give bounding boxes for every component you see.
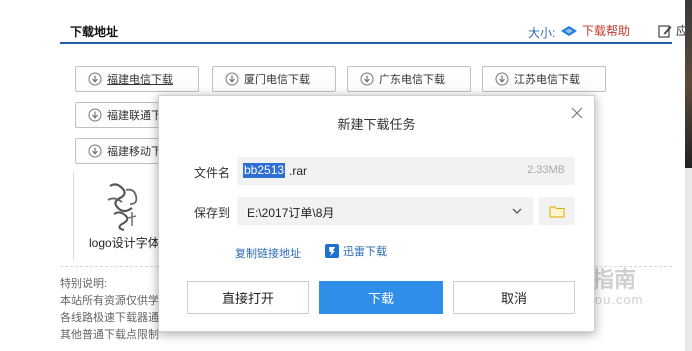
filename-selected-text: bb2513	[243, 163, 286, 178]
notes-line: 其他普通下载点限制	[60, 329, 159, 341]
download-arrow-icon	[88, 108, 102, 122]
section-title: 下载地址	[70, 25, 119, 39]
download-help-link[interactable]: 下载帮助	[560, 22, 630, 39]
edit-icon	[658, 24, 672, 38]
save-path-select[interactable]: E:\2017订单\8月	[237, 197, 533, 225]
download-button-label: 福建电信下载	[107, 74, 173, 86]
thunder-download-label: 迅雷下载	[343, 246, 387, 258]
filename-extension: .rar	[289, 164, 307, 178]
chevron-down-icon[interactable]	[511, 205, 523, 217]
download-arrow-icon	[495, 72, 509, 86]
logo-preview[interactable]: logo设计字体	[73, 172, 163, 260]
download-button-label: 广东电信下载	[379, 74, 445, 86]
logo-caption: logo设计字体	[89, 236, 160, 250]
new-download-task-dialog: 新建下载任务 文件名 bb2513 .rar 2.33MB 保存到 E:\201…	[158, 95, 595, 332]
file-size: 2.33MB	[527, 164, 565, 176]
cancel-button[interactable]: 取消	[453, 281, 575, 314]
filename-input[interactable]: bb2513 .rar 2.33MB	[237, 157, 575, 185]
size-label: 大小:	[528, 26, 556, 40]
download-arrow-icon	[88, 72, 102, 86]
dialog-title: 新建下载任务	[337, 117, 416, 132]
folder-icon	[549, 206, 565, 217]
download-button-label: 江苏电信下载	[514, 74, 580, 86]
download-button-guangdong-telecom[interactable]: 广东电信下载	[347, 66, 471, 92]
thunder-download-link[interactable]: 迅雷下载	[325, 243, 387, 259]
download-arrow-icon	[88, 144, 102, 158]
download-help-label: 下载帮助	[582, 24, 631, 38]
download-button[interactable]: 下载	[319, 281, 443, 314]
side-panel-strip	[685, 168, 692, 351]
notes-heading: 特别说明:	[60, 278, 108, 290]
thunder-icon	[325, 244, 339, 258]
calligraphy-logo-image	[107, 183, 138, 231]
notes-line: 各线路极速下载器通	[60, 312, 159, 324]
notes-line: 本站所有资源仅供学习	[60, 295, 160, 307]
filename-label: 文件名	[194, 166, 231, 180]
browse-folder-button[interactable]	[539, 197, 575, 225]
close-icon[interactable]	[570, 106, 584, 120]
download-button-xiamen-telecom[interactable]: 厦门电信下载	[212, 66, 336, 92]
copy-link-address[interactable]: 复制链接地址	[235, 245, 301, 261]
save-path-value: E:\2017订单\8月	[247, 206, 335, 220]
open-directly-button[interactable]: 直接打开	[187, 281, 309, 314]
diamond-icon	[561, 25, 577, 36]
download-button-jiangsu-telecom[interactable]: 江苏电信下载	[482, 66, 606, 92]
saveto-label: 保存到	[194, 206, 231, 220]
download-arrow-icon	[225, 72, 239, 86]
download-button-label: 厦门电信下载	[244, 74, 310, 86]
download-section-header: 下载地址 大小: 下载帮助 应用软件	[60, 18, 692, 44]
download-arrow-icon	[360, 72, 374, 86]
side-image-strip	[685, 0, 692, 168]
download-button-fujian-telecom[interactable]: 福建电信下载	[75, 66, 199, 92]
